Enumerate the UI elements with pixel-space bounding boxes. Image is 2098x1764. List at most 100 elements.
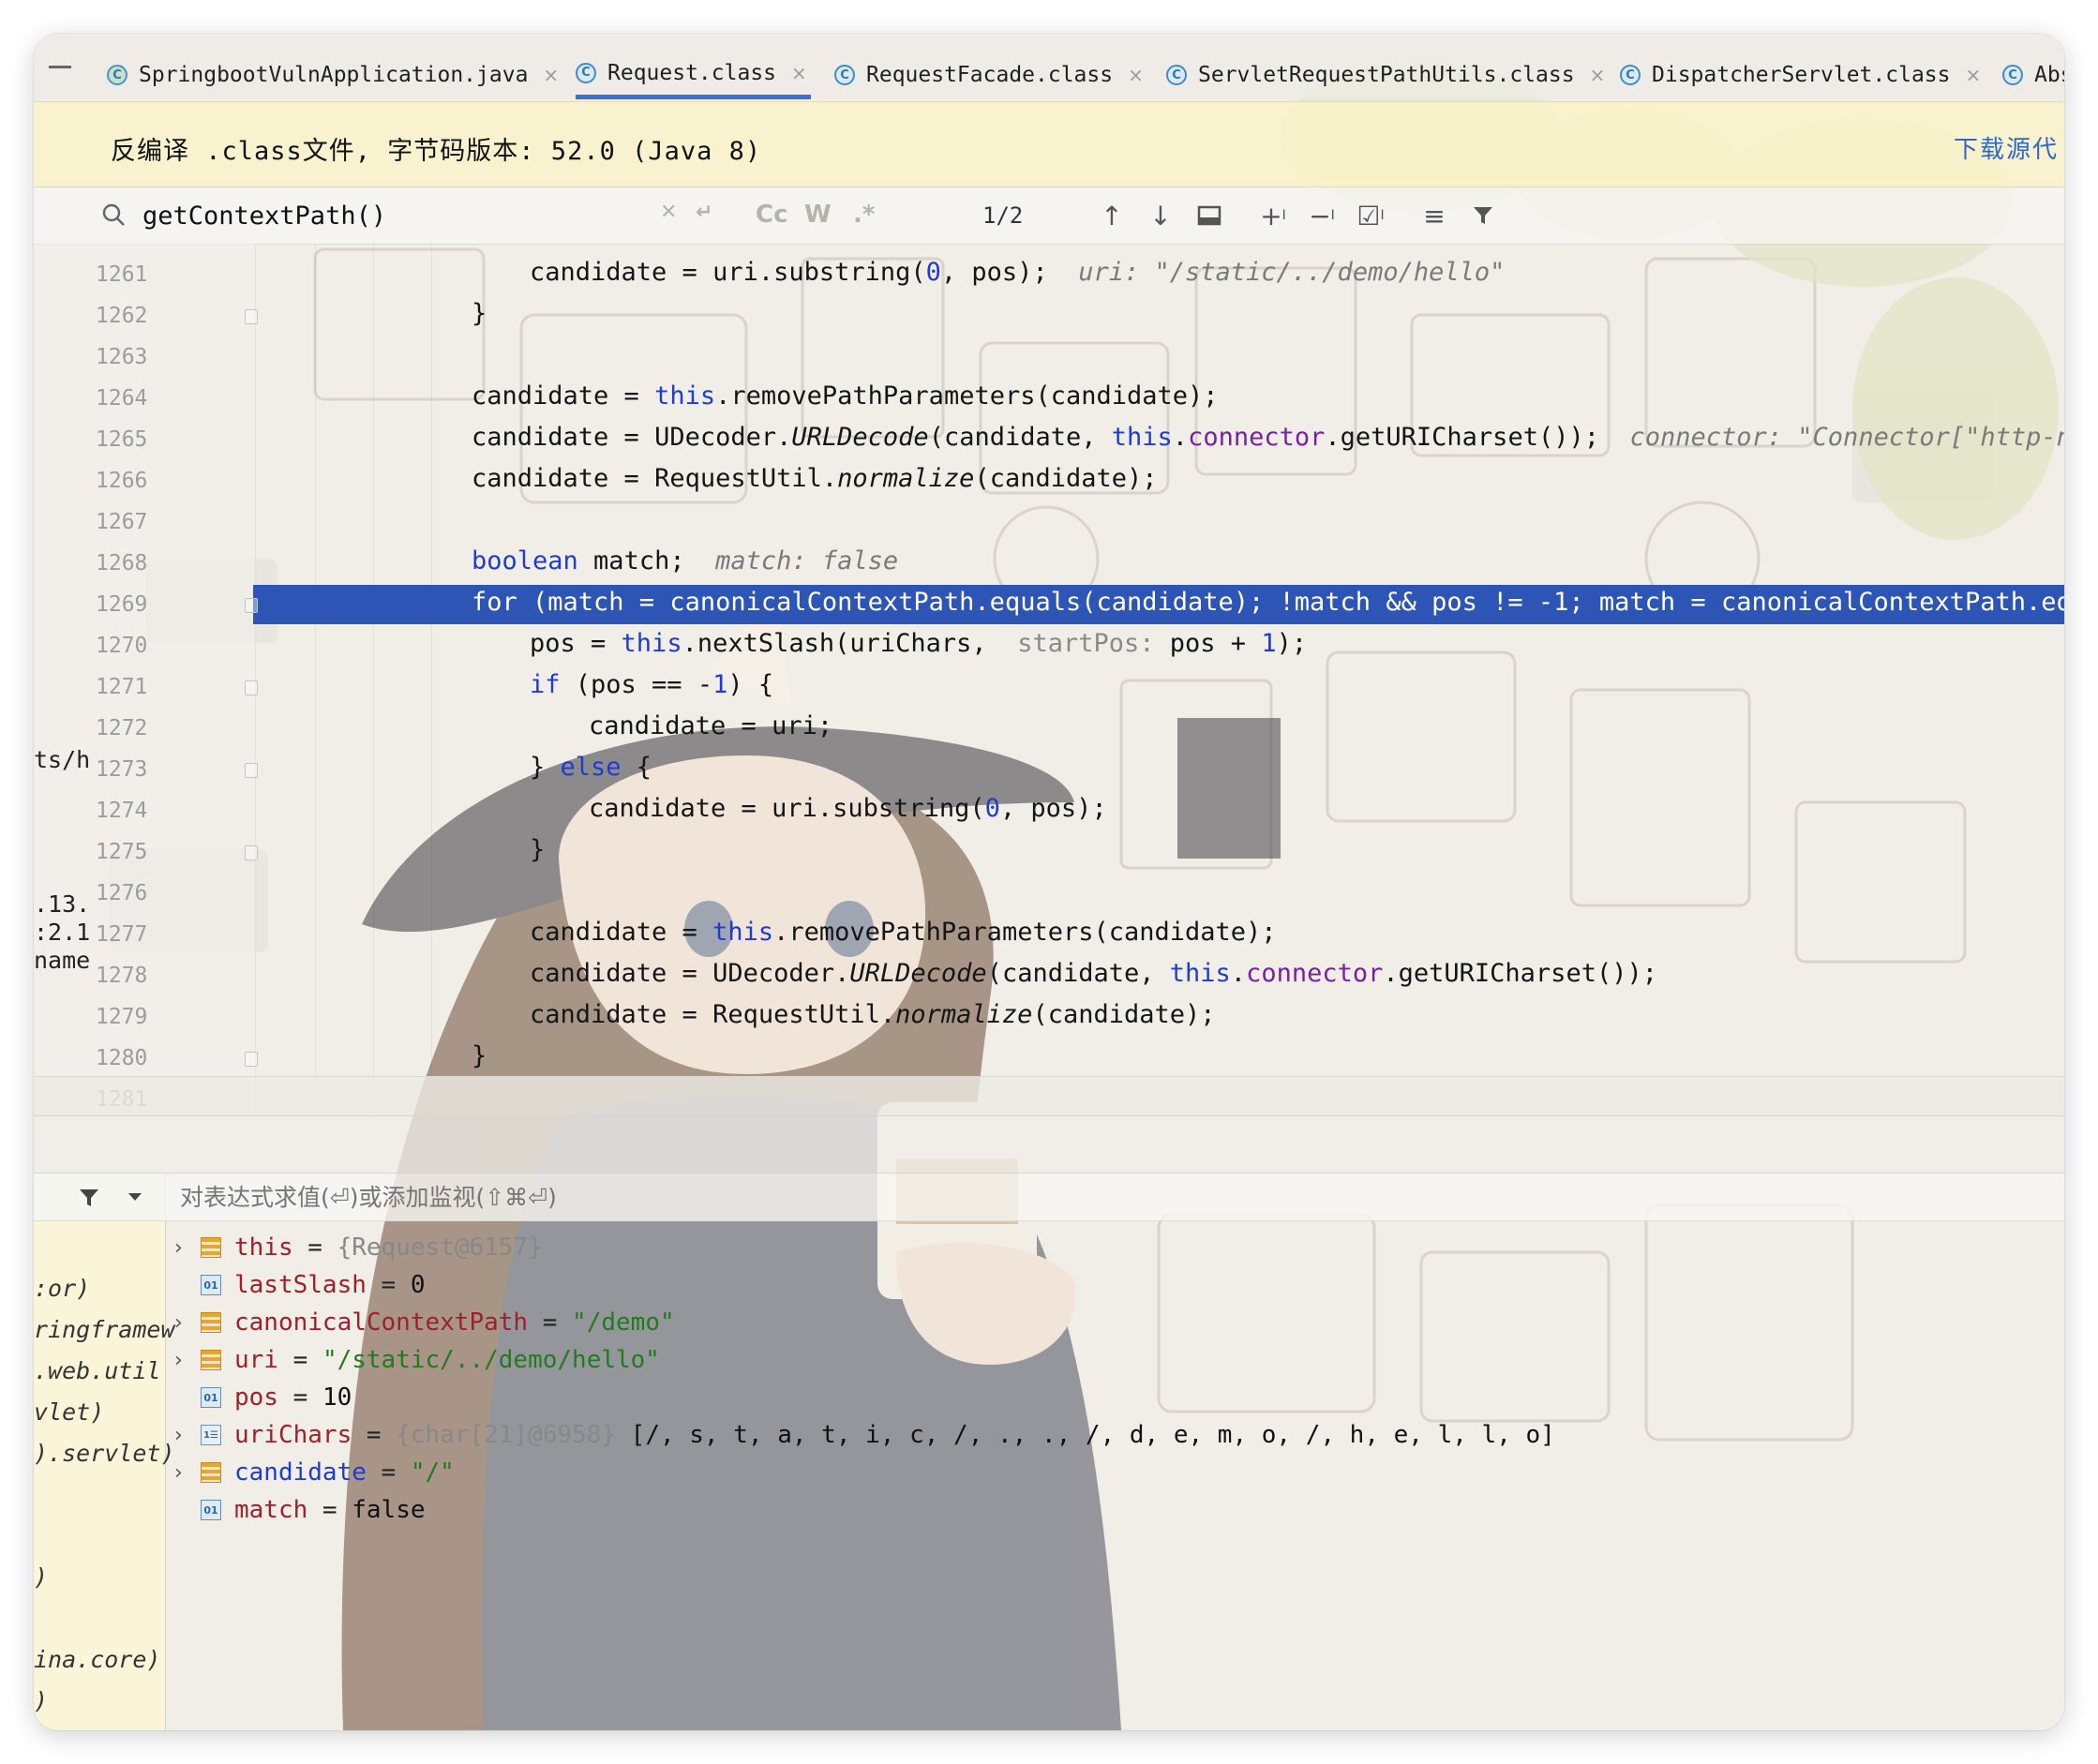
- class-icon: C: [1166, 65, 1187, 85]
- primitive-field-icon: 01: [201, 1387, 221, 1408]
- add-occurrence-icon[interactable]: + I: [1256, 199, 1290, 232]
- fold-marker-icon[interactable]: [245, 309, 258, 324]
- fold-marker-icon[interactable]: [245, 1052, 258, 1067]
- tab-label: ServletRequestPathUtils.class: [1198, 63, 1575, 87]
- expand-arrow-icon[interactable]: ›: [174, 1424, 201, 1447]
- search-icon[interactable]: [101, 202, 126, 227]
- code-line-1275: }: [530, 835, 546, 864]
- tab-dispatcher-servlet-class[interactable]: C DispatcherServlet.class ×: [1620, 51, 1981, 99]
- close-icon[interactable]: ×: [543, 64, 559, 86]
- whole-words-toggle[interactable]: W: [804, 201, 832, 229]
- replace-icon[interactable]: ↵: [696, 201, 712, 224]
- next-match-icon[interactable]: ↓: [1144, 199, 1177, 232]
- variable-row[interactable]: › candidate = "/": [174, 1455, 455, 1490]
- frame-item[interactable]: vlet): [34, 1398, 104, 1426]
- filter-icon[interactable]: [1466, 199, 1500, 232]
- search-input[interactable]: [142, 199, 583, 232]
- frame-item[interactable]: ): [34, 1687, 48, 1714]
- variable-value: 10: [322, 1383, 352, 1412]
- variable-name: lastSlash: [234, 1271, 367, 1299]
- frame-item[interactable]: ina.core): [34, 1646, 160, 1673]
- decompiled-class-banner: 反编译 .class文件, 字节码版本: 52.0 (Java 8) 下载源代: [34, 101, 2064, 187]
- clipped-side-text: name: [34, 947, 91, 974]
- object-field-icon: [201, 1312, 221, 1333]
- expand-arrow-icon[interactable]: ›: [174, 1349, 201, 1372]
- variable-row[interactable]: › uri = "/static/../demo/hello": [174, 1342, 660, 1378]
- panel-divider[interactable]: [34, 1115, 2064, 1174]
- frame-item[interactable]: ).servlet): [34, 1440, 175, 1467]
- code-line-1280: }: [472, 1041, 487, 1070]
- line-number: 1265: [96, 427, 148, 452]
- inline-hint-connector: connector: "Connector["http-nio-808: [1629, 423, 2064, 452]
- variable-row[interactable]: › this = {Request@6157}: [174, 1230, 543, 1265]
- variable-value: "/": [410, 1458, 455, 1487]
- expand-arrow-icon[interactable]: ›: [174, 1461, 201, 1485]
- tab-label: Abs: [2034, 63, 2064, 87]
- line-number: 1266: [96, 469, 148, 493]
- variable-row[interactable]: 01 lastSlash = 0: [174, 1267, 426, 1303]
- frame-item[interactable]: ringframew: [34, 1316, 175, 1343]
- fold-marker-icon[interactable]: [245, 845, 258, 860]
- previous-match-icon[interactable]: ↑: [1095, 199, 1129, 232]
- variable-value: {Request@6157}: [337, 1233, 543, 1262]
- variable-row[interactable]: › canonicalContextPath = "/demo": [174, 1305, 675, 1340]
- frames-list[interactable]: :or) ringframew .web.util vlet) ).servle…: [34, 1174, 175, 1730]
- code-line-1269: for (match = canonicalContextPath.equals…: [472, 588, 2064, 617]
- select-all-icon[interactable]: [1192, 199, 1226, 232]
- regex-toggle[interactable]: .*: [853, 201, 875, 229]
- code-line-1268: boolean match; match: false: [472, 546, 899, 576]
- expand-arrow-icon[interactable]: ›: [174, 1311, 201, 1335]
- tab-springboot-vuln-application[interactable]: C SpringbootVulnApplication.java ×: [107, 51, 559, 99]
- variable-row[interactable]: 01 pos = 10: [174, 1380, 352, 1415]
- tab-servlet-request-path-utils-class[interactable]: C ServletRequestPathUtils.class ×: [1166, 51, 1605, 99]
- fold-marker-icon[interactable]: [245, 763, 258, 778]
- code-line-1262: }: [472, 299, 487, 328]
- frame-item[interactable]: :or): [34, 1275, 90, 1302]
- java-class-icon: C: [107, 65, 127, 85]
- find-bar: ✕ ↵ Cc W .* 1/2 ↑ ↓ +I −I ☑I ≡: [34, 187, 2064, 245]
- fold-marker-icon[interactable]: [245, 680, 258, 695]
- collapse-icon[interactable]: [49, 66, 71, 68]
- line-number: 1270: [96, 634, 148, 658]
- array-contents: [/, s, t, a, t, i, c, /, ., ., /, d, e, …: [616, 1421, 1555, 1449]
- tab-request-class[interactable]: C Request.class ×: [576, 51, 811, 99]
- variable-name: uri: [234, 1346, 278, 1374]
- remove-occurrence-icon[interactable]: − I: [1305, 199, 1339, 232]
- variable-name: canonicalContextPath: [234, 1308, 529, 1337]
- variable-name: this: [234, 1233, 293, 1262]
- close-icon[interactable]: ×: [1128, 64, 1144, 86]
- variable-row[interactable]: 01 match = false: [174, 1492, 426, 1528]
- frame-item[interactable]: .web.util: [34, 1357, 160, 1384]
- horizontal-scrollbar[interactable]: [34, 1076, 2064, 1116]
- match-case-toggle[interactable]: Cc: [756, 201, 788, 229]
- inline-hint-match: match: false: [715, 546, 899, 576]
- expand-arrow-icon[interactable]: ›: [174, 1236, 201, 1260]
- frame-item[interactable]: ): [34, 1563, 48, 1591]
- close-icon[interactable]: ×: [1590, 64, 1606, 86]
- variable-name: candidate: [234, 1458, 367, 1487]
- line-number: 1272: [96, 716, 148, 740]
- line-number: 1264: [96, 386, 148, 411]
- banner-text: 反编译 .class文件, 字节码版本: 52.0 (Java 8): [111, 137, 762, 166]
- select-occurrences-icon[interactable]: ☑ I: [1354, 199, 1387, 232]
- clear-search-icon[interactable]: ✕: [660, 201, 677, 224]
- code-editor[interactable]: ts/h .13. :2.1 name 1261 1262 1263 1264 …: [34, 244, 2064, 1115]
- chevron-down-icon[interactable]: [127, 1192, 142, 1202]
- object-field-icon: [201, 1462, 221, 1483]
- debugger-variables-panel: :or) ringframew .web.util vlet) ).servle…: [34, 1174, 2064, 1730]
- editor-tab-bar: C SpringbootVulnApplication.java × C Req…: [34, 34, 2064, 99]
- code-line-1271: if (pos == -1) {: [530, 670, 774, 699]
- multiline-icon[interactable]: ≡: [1417, 199, 1451, 232]
- variable-row[interactable]: › 1☰ uriChars = {char[21]@6958} [/, s, t…: [174, 1417, 1555, 1453]
- download-sources-link[interactable]: 下载源代: [1954, 130, 2059, 165]
- close-icon[interactable]: ×: [791, 62, 807, 84]
- tab-abs[interactable]: C Abs: [2002, 51, 2064, 99]
- evaluate-expression-input[interactable]: [180, 1181, 1117, 1213]
- close-icon[interactable]: ×: [1966, 64, 1982, 86]
- line-number: 1276: [96, 881, 148, 905]
- line-number: 1271: [96, 675, 148, 699]
- filter-icon[interactable]: [77, 1187, 101, 1209]
- tab-request-facade-class[interactable]: C RequestFacade.class ×: [834, 51, 1144, 99]
- code-line-1264: candidate = this.removePathParameters(ca…: [472, 381, 1219, 411]
- fold-marker-icon[interactable]: [245, 598, 258, 613]
